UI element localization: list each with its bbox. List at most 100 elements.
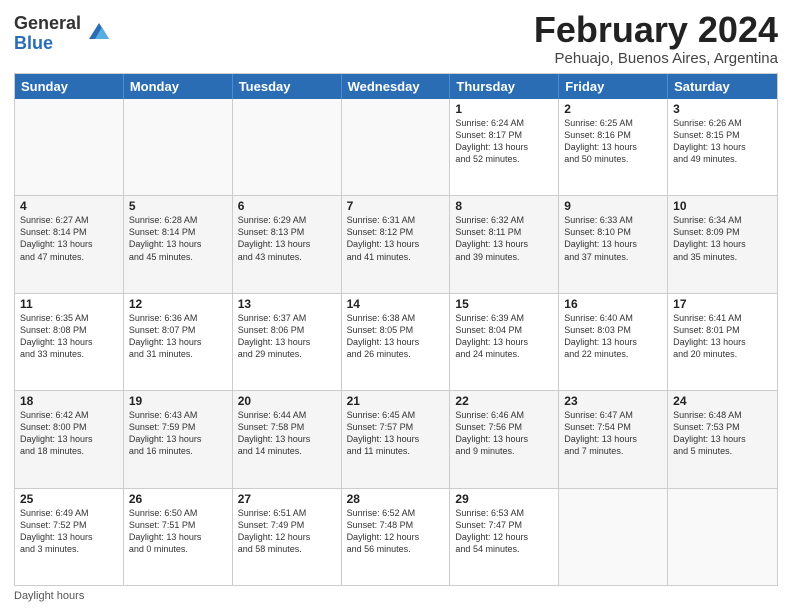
cal-cell: 27Sunrise: 6:51 AM Sunset: 7:49 PM Dayli…: [233, 489, 342, 585]
cal-cell: 23Sunrise: 6:47 AM Sunset: 7:54 PM Dayli…: [559, 391, 668, 487]
header-monday: Monday: [124, 74, 233, 99]
cal-cell: 9Sunrise: 6:33 AM Sunset: 8:10 PM Daylig…: [559, 196, 668, 292]
cal-cell: 7Sunrise: 6:31 AM Sunset: 8:12 PM Daylig…: [342, 196, 451, 292]
day-number: 18: [20, 394, 118, 408]
day-number: 29: [455, 492, 553, 506]
cal-cell: [342, 99, 451, 195]
day-number: 26: [129, 492, 227, 506]
cal-row: 18Sunrise: 6:42 AM Sunset: 8:00 PM Dayli…: [15, 390, 777, 487]
cal-cell: 17Sunrise: 6:41 AM Sunset: 8:01 PM Dayli…: [668, 294, 777, 390]
cal-cell: 28Sunrise: 6:52 AM Sunset: 7:48 PM Dayli…: [342, 489, 451, 585]
day-info: Sunrise: 6:39 AM Sunset: 8:04 PM Dayligh…: [455, 312, 553, 361]
day-info: Sunrise: 6:34 AM Sunset: 8:09 PM Dayligh…: [673, 214, 772, 263]
cal-cell: 29Sunrise: 6:53 AM Sunset: 7:47 PM Dayli…: [450, 489, 559, 585]
day-number: 12: [129, 297, 227, 311]
header-thursday: Thursday: [450, 74, 559, 99]
cal-cell: [124, 99, 233, 195]
day-number: 9: [564, 199, 662, 213]
main-title: February 2024: [534, 10, 778, 50]
day-number: 24: [673, 394, 772, 408]
calendar: Sunday Monday Tuesday Wednesday Thursday…: [14, 73, 778, 586]
day-number: 7: [347, 199, 445, 213]
cal-cell: 26Sunrise: 6:50 AM Sunset: 7:51 PM Dayli…: [124, 489, 233, 585]
day-number: 8: [455, 199, 553, 213]
cal-cell: 25Sunrise: 6:49 AM Sunset: 7:52 PM Dayli…: [15, 489, 124, 585]
cal-cell: 6Sunrise: 6:29 AM Sunset: 8:13 PM Daylig…: [233, 196, 342, 292]
day-info: Sunrise: 6:43 AM Sunset: 7:59 PM Dayligh…: [129, 409, 227, 458]
day-info: Sunrise: 6:48 AM Sunset: 7:53 PM Dayligh…: [673, 409, 772, 458]
logo: General Blue: [14, 14, 113, 54]
day-number: 13: [238, 297, 336, 311]
page: General Blue February 2024 Pehuajo, Buen…: [0, 0, 792, 612]
title-block: February 2024 Pehuajo, Buenos Aires, Arg…: [534, 10, 778, 67]
day-number: 27: [238, 492, 336, 506]
logo-blue: Blue: [14, 34, 81, 54]
day-info: Sunrise: 6:41 AM Sunset: 8:01 PM Dayligh…: [673, 312, 772, 361]
header-tuesday: Tuesday: [233, 74, 342, 99]
day-info: Sunrise: 6:46 AM Sunset: 7:56 PM Dayligh…: [455, 409, 553, 458]
cal-cell: 2Sunrise: 6:25 AM Sunset: 8:16 PM Daylig…: [559, 99, 668, 195]
day-info: Sunrise: 6:24 AM Sunset: 8:17 PM Dayligh…: [455, 117, 553, 166]
cal-cell: 10Sunrise: 6:34 AM Sunset: 8:09 PM Dayli…: [668, 196, 777, 292]
cal-cell: 15Sunrise: 6:39 AM Sunset: 8:04 PM Dayli…: [450, 294, 559, 390]
cal-cell: 18Sunrise: 6:42 AM Sunset: 8:00 PM Dayli…: [15, 391, 124, 487]
day-info: Sunrise: 6:40 AM Sunset: 8:03 PM Dayligh…: [564, 312, 662, 361]
cal-cell: 3Sunrise: 6:26 AM Sunset: 8:15 PM Daylig…: [668, 99, 777, 195]
day-info: Sunrise: 6:28 AM Sunset: 8:14 PM Dayligh…: [129, 214, 227, 263]
logo-general: General: [14, 14, 81, 34]
header-sunday: Sunday: [15, 74, 124, 99]
cal-cell: 20Sunrise: 6:44 AM Sunset: 7:58 PM Dayli…: [233, 391, 342, 487]
day-number: 14: [347, 297, 445, 311]
day-number: 4: [20, 199, 118, 213]
day-info: Sunrise: 6:50 AM Sunset: 7:51 PM Dayligh…: [129, 507, 227, 556]
cal-cell: 22Sunrise: 6:46 AM Sunset: 7:56 PM Dayli…: [450, 391, 559, 487]
day-info: Sunrise: 6:45 AM Sunset: 7:57 PM Dayligh…: [347, 409, 445, 458]
cal-cell: 16Sunrise: 6:40 AM Sunset: 8:03 PM Dayli…: [559, 294, 668, 390]
day-number: 6: [238, 199, 336, 213]
footer: Daylight hours: [14, 590, 778, 602]
cal-cell: 13Sunrise: 6:37 AM Sunset: 8:06 PM Dayli…: [233, 294, 342, 390]
cal-cell: [668, 489, 777, 585]
cal-cell: 8Sunrise: 6:32 AM Sunset: 8:11 PM Daylig…: [450, 196, 559, 292]
day-info: Sunrise: 6:35 AM Sunset: 8:08 PM Dayligh…: [20, 312, 118, 361]
day-info: Sunrise: 6:53 AM Sunset: 7:47 PM Dayligh…: [455, 507, 553, 556]
day-number: 11: [20, 297, 118, 311]
day-number: 23: [564, 394, 662, 408]
day-info: Sunrise: 6:47 AM Sunset: 7:54 PM Dayligh…: [564, 409, 662, 458]
day-number: 22: [455, 394, 553, 408]
cal-row: 1Sunrise: 6:24 AM Sunset: 8:17 PM Daylig…: [15, 99, 777, 195]
day-info: Sunrise: 6:52 AM Sunset: 7:48 PM Dayligh…: [347, 507, 445, 556]
day-number: 1: [455, 102, 553, 116]
day-number: 28: [347, 492, 445, 506]
day-number: 2: [564, 102, 662, 116]
header-friday: Friday: [559, 74, 668, 99]
day-number: 19: [129, 394, 227, 408]
day-info: Sunrise: 6:26 AM Sunset: 8:15 PM Dayligh…: [673, 117, 772, 166]
day-number: 21: [347, 394, 445, 408]
cal-cell: 4Sunrise: 6:27 AM Sunset: 8:14 PM Daylig…: [15, 196, 124, 292]
cal-cell: 1Sunrise: 6:24 AM Sunset: 8:17 PM Daylig…: [450, 99, 559, 195]
day-info: Sunrise: 6:31 AM Sunset: 8:12 PM Dayligh…: [347, 214, 445, 263]
cal-cell: 14Sunrise: 6:38 AM Sunset: 8:05 PM Dayli…: [342, 294, 451, 390]
subtitle: Pehuajo, Buenos Aires, Argentina: [534, 50, 778, 67]
day-info: Sunrise: 6:27 AM Sunset: 8:14 PM Dayligh…: [20, 214, 118, 263]
cal-row: 11Sunrise: 6:35 AM Sunset: 8:08 PM Dayli…: [15, 293, 777, 390]
cal-cell: 12Sunrise: 6:36 AM Sunset: 8:07 PM Dayli…: [124, 294, 233, 390]
day-number: 10: [673, 199, 772, 213]
cal-cell: 21Sunrise: 6:45 AM Sunset: 7:57 PM Dayli…: [342, 391, 451, 487]
day-info: Sunrise: 6:42 AM Sunset: 8:00 PM Dayligh…: [20, 409, 118, 458]
day-number: 17: [673, 297, 772, 311]
cal-cell: 11Sunrise: 6:35 AM Sunset: 8:08 PM Dayli…: [15, 294, 124, 390]
day-info: Sunrise: 6:25 AM Sunset: 8:16 PM Dayligh…: [564, 117, 662, 166]
day-number: 15: [455, 297, 553, 311]
day-number: 5: [129, 199, 227, 213]
header-wednesday: Wednesday: [342, 74, 451, 99]
day-info: Sunrise: 6:32 AM Sunset: 8:11 PM Dayligh…: [455, 214, 553, 263]
calendar-header: Sunday Monday Tuesday Wednesday Thursday…: [15, 74, 777, 99]
day-number: 3: [673, 102, 772, 116]
day-info: Sunrise: 6:36 AM Sunset: 8:07 PM Dayligh…: [129, 312, 227, 361]
day-info: Sunrise: 6:33 AM Sunset: 8:10 PM Dayligh…: [564, 214, 662, 263]
day-info: Sunrise: 6:44 AM Sunset: 7:58 PM Dayligh…: [238, 409, 336, 458]
cal-row: 25Sunrise: 6:49 AM Sunset: 7:52 PM Dayli…: [15, 488, 777, 585]
cal-cell: [559, 489, 668, 585]
